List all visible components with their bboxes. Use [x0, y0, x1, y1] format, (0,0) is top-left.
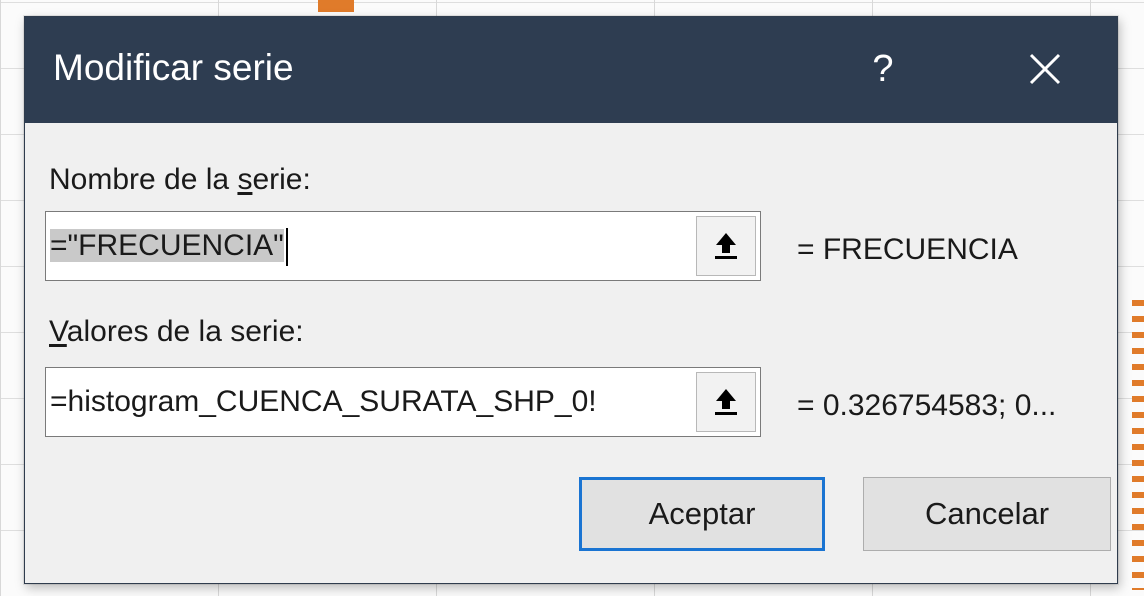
- series-values-range-button[interactable]: [696, 372, 756, 432]
- close-icon: [1029, 53, 1061, 85]
- series-values-field[interactable]: =histogram_CUENCA_SURATA_SHP_0!: [45, 367, 761, 437]
- series-name-field[interactable]: ="FRECUENCIA": [45, 211, 761, 281]
- series-name-input[interactable]: ="FRECUENCIA": [50, 218, 708, 274]
- series-values-label: Valores de la serie:: [49, 315, 304, 348]
- cancel-button[interactable]: Cancelar: [863, 477, 1111, 551]
- range-select-icon: [715, 233, 737, 259]
- dialog-title: Modificar serie: [53, 47, 294, 88]
- ok-button[interactable]: Aceptar: [579, 477, 825, 551]
- dialog-titlebar: Modificar serie ?: [25, 17, 1117, 123]
- series-values-result: = 0.326754583; 0...: [797, 389, 1057, 422]
- series-name-label: Nombre de la serie:: [49, 163, 311, 196]
- text-caret: [285, 228, 288, 267]
- help-button[interactable]: ?: [855, 39, 911, 99]
- series-values-input[interactable]: =histogram_CUENCA_SURATA_SHP_0!: [50, 374, 708, 430]
- series-name-range-button[interactable]: [696, 216, 756, 276]
- series-name-value: ="FRECUENCIA": [50, 229, 284, 262]
- close-button[interactable]: [1015, 39, 1075, 99]
- chart-series-marker: [318, 0, 354, 12]
- chart-series-stripes: [1132, 300, 1144, 590]
- modify-series-dialog: Modificar serie ? Nombre de la serie: ="…: [24, 16, 1118, 584]
- range-select-icon: [715, 389, 737, 415]
- series-name-result: = FRECUENCIA: [797, 233, 1018, 266]
